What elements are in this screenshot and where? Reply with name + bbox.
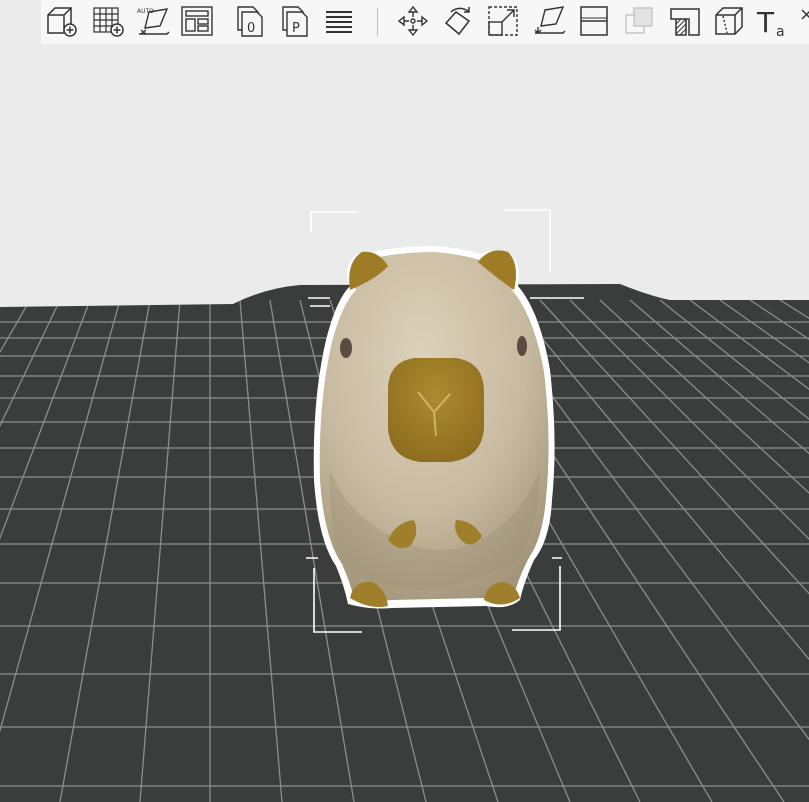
text-shape-icon: T a — [756, 6, 785, 38]
layers-list-icon — [326, 11, 352, 33]
boolean-button[interactable] — [621, 3, 657, 39]
grid-plus-icon — [93, 7, 124, 37]
arrange-layout-icon — [181, 6, 213, 36]
auto-orient-icon: AUTO — [137, 8, 170, 35]
rotate-icon — [444, 7, 471, 36]
move-button[interactable] — [395, 3, 431, 39]
text-button[interactable]: T a — [755, 3, 791, 39]
scale-icon — [488, 6, 518, 36]
support-paint-icon — [670, 8, 700, 36]
scale-button[interactable] — [485, 3, 521, 39]
capybara-model[interactable] — [313, 246, 555, 609]
plate-0-button[interactable]: 0 — [232, 3, 268, 39]
auto-orient-button[interactable]: AUTO — [135, 3, 171, 39]
add-plate-button[interactable] — [90, 3, 126, 39]
top-toolbar: AUTO 0 P T a — [41, 0, 809, 44]
cut-button[interactable] — [576, 3, 612, 39]
measure-icon — [801, 9, 809, 20]
page-0-icon: 0 — [237, 6, 263, 37]
svg-text:0: 0 — [247, 21, 255, 36]
3d-viewport[interactable] — [0, 44, 809, 802]
svg-text:a: a — [776, 24, 785, 38]
svg-text:T: T — [756, 6, 775, 38]
seam-paint-button[interactable] — [711, 3, 747, 39]
move-arrows-icon — [397, 5, 429, 37]
build-plate-scene — [0, 209, 809, 802]
measure-button[interactable] — [798, 3, 809, 39]
cube-plus-icon — [47, 7, 77, 37]
boolean-icon — [625, 7, 653, 34]
svg-text:P: P — [292, 21, 300, 36]
plate-p-button[interactable]: P — [277, 3, 313, 39]
add-object-button[interactable] — [43, 3, 79, 39]
support-paint-button[interactable] — [667, 3, 703, 39]
layers-button[interactable] — [321, 3, 357, 39]
lay-on-face-icon — [534, 6, 566, 34]
lay-on-face-button[interactable] — [531, 3, 567, 39]
rotate-button[interactable] — [440, 3, 476, 39]
arrange-button[interactable] — [179, 3, 215, 39]
page-p-icon: P — [282, 6, 308, 37]
toolbar-separator — [377, 8, 378, 36]
seam-cube-icon — [715, 7, 743, 35]
cut-icon — [580, 6, 608, 36]
